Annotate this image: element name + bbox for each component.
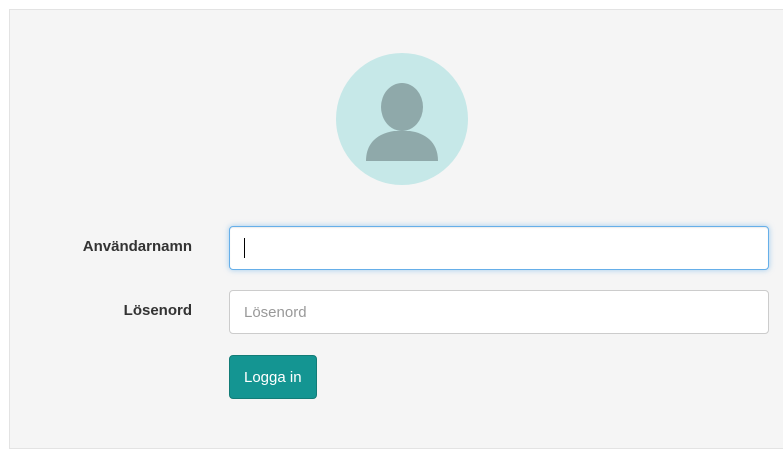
text-caret	[244, 238, 245, 258]
password-label: Lösenord	[123, 302, 192, 319]
user-silhouette-icon	[366, 83, 438, 161]
username-field[interactable]	[229, 226, 769, 270]
avatar	[336, 53, 468, 185]
password-field[interactable]	[229, 290, 769, 334]
login-button[interactable]: Logga in	[229, 355, 317, 399]
username-label: Användarnamn	[82, 238, 192, 255]
